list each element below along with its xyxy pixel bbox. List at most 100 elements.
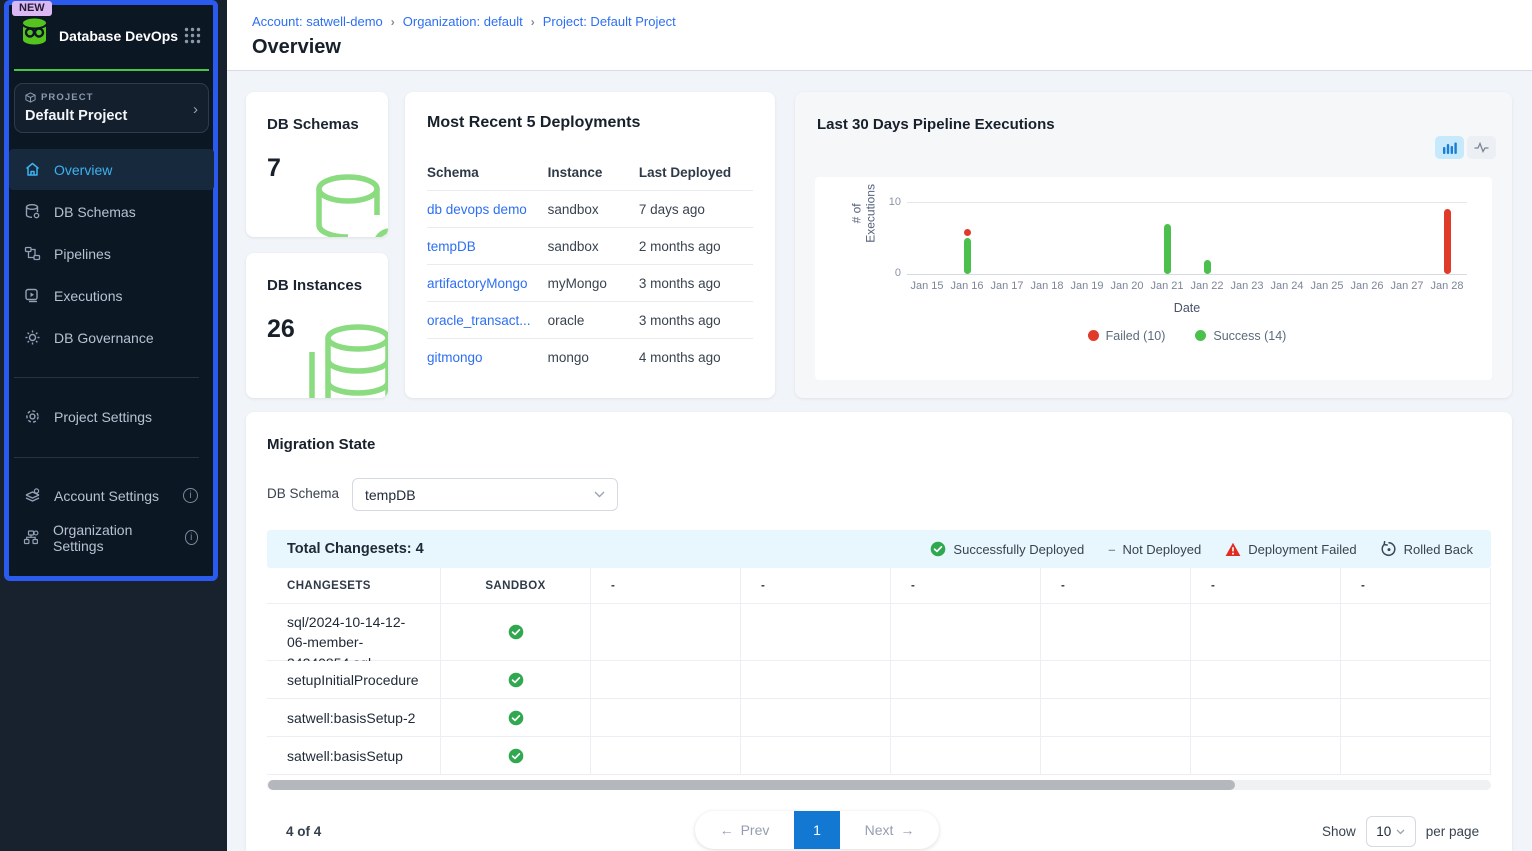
chart-bar-slot [1187, 202, 1227, 274]
sidebar-item-project-settings[interactable]: Project Settings [9, 396, 214, 437]
schema-link[interactable]: gitmongo [427, 350, 548, 365]
table-row: oracle_transact... oracle 3 months ago [427, 302, 753, 339]
db-instances-card: DB Instances 26 [246, 253, 388, 398]
empty-cell [1041, 699, 1191, 737]
x-axis-tick: Jan 22 [1187, 280, 1227, 292]
success-dot-icon [1195, 330, 1206, 341]
chart-bar-slot [1347, 202, 1387, 274]
chart-bars [907, 202, 1467, 274]
page-1-button[interactable]: 1 [794, 811, 840, 849]
column-header: Last Deployed [639, 165, 753, 180]
chart-plot-area: # of Executions 10 0 Jan 15Jan 16Jan 17J… [815, 177, 1492, 380]
page-header: Account: satwell-demo › Organization: de… [227, 0, 1532, 71]
stat-title: DB Schemas [267, 116, 359, 133]
failed-dot-icon [1088, 330, 1099, 341]
breadcrumb: Account: satwell-demo › Organization: de… [252, 14, 676, 29]
cube-icon [25, 92, 36, 103]
x-axis-tick: Jan 24 [1267, 280, 1307, 292]
x-axis-tick: Jan 21 [1147, 280, 1187, 292]
x-axis-tick: Jan 25 [1307, 280, 1347, 292]
x-axis-line [907, 274, 1467, 275]
schema-link[interactable]: oracle_transact... [427, 313, 548, 328]
column-header: - [741, 568, 891, 604]
stat-value: 26 [267, 315, 295, 344]
instance-cell: sandbox [548, 202, 639, 217]
sidebar-item-db-schemas[interactable]: DB Schemas [9, 191, 214, 232]
chart-title: Last 30 Days Pipeline Executions [817, 116, 1055, 133]
sidebar-item-executions[interactable]: Executions [9, 275, 214, 316]
sidebar-item-db-governance[interactable]: DB Governance [9, 317, 214, 358]
x-axis-tick: Jan 26 [1347, 280, 1387, 292]
schema-link[interactable]: db devops demo [427, 202, 548, 217]
page-size-select[interactable]: 10 [1366, 816, 1416, 847]
chart-bar-slot [1387, 202, 1427, 274]
deployments-table: Schema Instance Last Deployed db devops … [427, 154, 753, 376]
legend-deployment-failed: Deployment Failed [1225, 542, 1356, 557]
chart-bar-slot [987, 202, 1027, 274]
empty-cell [1191, 737, 1341, 775]
prev-button[interactable]: ← Prev [695, 811, 794, 849]
legend-label: Failed (10) [1106, 329, 1166, 343]
empty-cell [1341, 661, 1491, 699]
db-schema-select[interactable]: tempDB [352, 478, 618, 511]
home-icon [23, 161, 41, 179]
horizontal-scrollbar[interactable] [267, 780, 1491, 790]
legend-label: Rolled Back [1404, 542, 1473, 557]
chart-bar-slot [1307, 202, 1347, 274]
breadcrumb-project[interactable]: Project: Default Project [543, 14, 676, 29]
project-name: Default Project [25, 108, 127, 124]
table-header-row: Schema Instance Last Deployed [427, 154, 753, 191]
db-schemas-card: DB Schemas 7 [246, 92, 388, 237]
column-header: CHANGESETS [267, 568, 441, 604]
deployed-cell: 2 months ago [639, 239, 753, 254]
project-selector[interactable]: PROJECT Default Project › [14, 83, 209, 133]
schema-link[interactable]: tempDB [427, 239, 548, 254]
settings-gear-icon [23, 408, 41, 426]
legend-label: Deployment Failed [1248, 542, 1356, 557]
app-grid-icon[interactable] [184, 27, 201, 44]
total-changesets-label: Total Changesets: 4 [287, 541, 424, 557]
governance-gear-icon [23, 329, 41, 347]
empty-cell [741, 604, 891, 661]
sidebar-item-overview[interactable]: Overview [9, 149, 214, 190]
x-axis-tick: Jan 19 [1067, 280, 1107, 292]
schema-link[interactable]: artifactoryMongo [427, 276, 548, 291]
chart-bar-slot [1427, 202, 1467, 274]
bar-chart-toggle-icon[interactable] [1435, 136, 1464, 159]
status-cell [441, 737, 591, 775]
sidebar-item-organization-settings[interactable]: Organization Settings i [9, 517, 214, 558]
sidebar-green-divider [14, 69, 209, 71]
column-header: - [1191, 568, 1341, 604]
legend-label: Success (14) [1213, 329, 1286, 343]
next-button[interactable]: Next → [840, 811, 939, 849]
empty-cell [1191, 699, 1341, 737]
line-chart-toggle-icon[interactable] [1467, 136, 1496, 159]
total-changesets-bar: Total Changesets: 4 Successfully Deploye… [267, 530, 1491, 568]
info-icon[interactable]: i [183, 488, 198, 503]
legend-not-deployed: – Not Deployed [1108, 542, 1201, 557]
status-cell [441, 699, 591, 737]
breadcrumb-account[interactable]: Account: satwell-demo [252, 14, 383, 29]
sidebar-item-account-settings[interactable]: Account Settings i [9, 475, 214, 516]
migration-state-card: Migration State DB Schema tempDB Total C… [246, 412, 1512, 851]
arrow-right-icon: → [900, 822, 914, 838]
empty-cell [591, 699, 741, 737]
empty-cell [891, 699, 1041, 737]
x-axis-tick: Jan 27 [1387, 280, 1427, 292]
changeset-name: sql/2024-10-14-12-06-member-34240854.sql [267, 604, 441, 661]
check-circle-icon [930, 541, 946, 557]
column-header: - [1341, 568, 1491, 604]
sidebar-item-pipelines[interactable]: Pipelines [9, 233, 214, 274]
scrollbar-thumb[interactable] [268, 780, 1235, 790]
project-label-row: PROJECT [25, 92, 94, 103]
db-schema-label: DB Schema [267, 486, 339, 501]
pipeline-icon [23, 245, 41, 263]
status-legend: Successfully Deployed – Not Deployed Dep… [930, 541, 1473, 557]
table-row: artifactoryMongo myMongo 3 months ago [427, 265, 753, 302]
y-axis-tick: 0 [879, 267, 901, 279]
pipeline-executions-card: Last 30 Days Pipeline Executions # of Ex… [795, 92, 1512, 398]
legend-successfully-deployed: Successfully Deployed [930, 541, 1084, 557]
info-icon[interactable]: i [185, 530, 199, 545]
page-size-value: 10 [1376, 824, 1391, 839]
breadcrumb-organization[interactable]: Organization: default [403, 14, 523, 29]
